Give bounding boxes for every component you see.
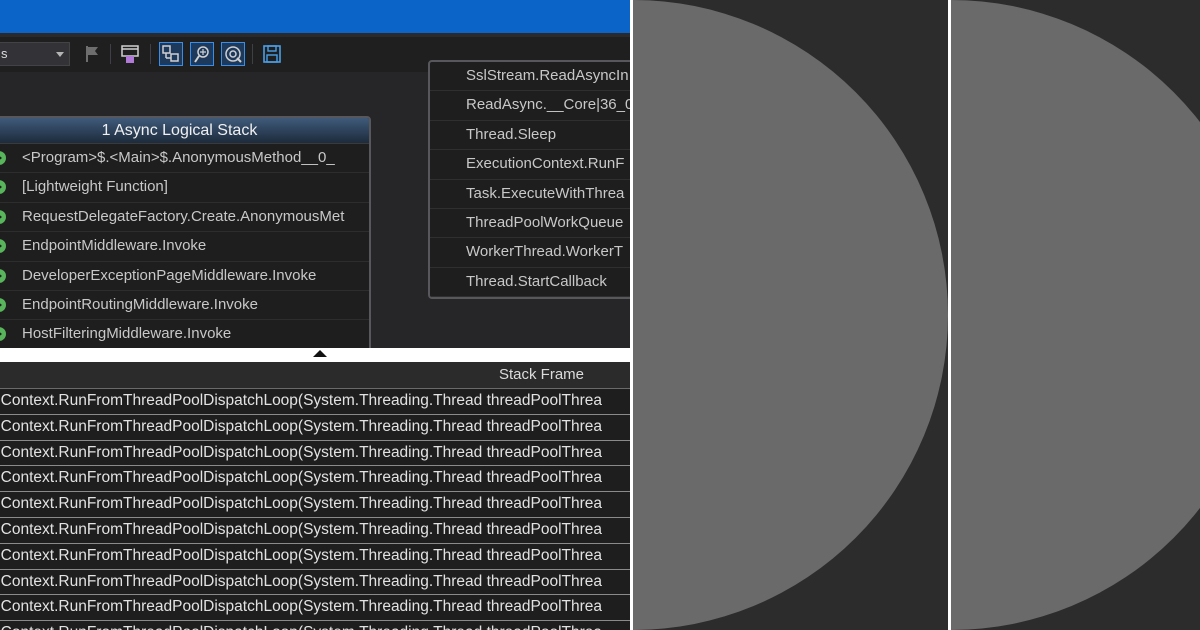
table-row[interactable]: ionContext.RunFromThreadPoolDispatchLoop… bbox=[0, 389, 630, 415]
async-logical-stack-card[interactable]: 1 Async Logical Stack <Program>$.<Main>$… bbox=[0, 116, 371, 356]
stack-frame-cell: ionContext.RunFromThreadPoolDispatchLoop… bbox=[0, 443, 603, 461]
half-circle-shape bbox=[951, 0, 1200, 630]
stacks-canvas[interactable]: SslStream.ReadAsyncIn ReadAsync.__Core|3… bbox=[0, 60, 630, 356]
thread-frame[interactable]: SslStream.ReadAsyncIn bbox=[430, 62, 630, 92]
async-frame-label: [Lightweight Function] bbox=[22, 178, 168, 196]
table-row[interactable]: ionContext.RunFromThreadPoolDispatchLoop… bbox=[0, 466, 630, 493]
frame-arrow-icon bbox=[0, 180, 6, 195]
stack-frame-cell: ionContext.RunFromThreadPoolDispatchLoop… bbox=[0, 392, 603, 409]
stack-frame-cell: ionContext.RunFromThreadPoolDispatchLoop… bbox=[0, 495, 603, 513]
toolbar-separator bbox=[252, 44, 253, 64]
async-frame[interactable]: EndpointRoutingMiddleware.Invoke bbox=[0, 291, 369, 321]
pane-splitter[interactable] bbox=[0, 348, 630, 362]
thread-frame[interactable]: Thread.Sleep bbox=[430, 121, 630, 151]
zoom-to-current-frame-button[interactable] bbox=[221, 42, 245, 66]
async-frame[interactable]: [Lightweight Function] bbox=[0, 173, 369, 203]
dropdown-arrow-icon[interactable] bbox=[56, 52, 64, 57]
show-external-code-icon bbox=[121, 45, 139, 63]
thread-frame[interactable]: ExecutionContext.RunF bbox=[430, 150, 630, 180]
async-frame-label: RequestDelegateFactory.Create.AnonymousM… bbox=[22, 207, 345, 225]
stack-frame-column-header[interactable]: Stack Frame bbox=[499, 362, 584, 388]
thread-frame[interactable]: Thread.StartCallback bbox=[430, 268, 630, 297]
grid-header[interactable]: Stack Frame bbox=[0, 362, 630, 389]
async-frame[interactable]: HostFilteringMiddleware.Invoke bbox=[0, 320, 369, 350]
async-frame-label: EndpointRoutingMiddleware.Invoke bbox=[22, 295, 258, 313]
table-row[interactable]: ionContext.RunFromThreadPoolDispatchLoop… bbox=[0, 570, 630, 596]
view-combo[interactable]: s bbox=[0, 42, 70, 66]
stack-frame-grid[interactable]: Stack Frame ionContext.RunFromThreadPool… bbox=[0, 362, 630, 630]
auto-scroll-button[interactable] bbox=[190, 42, 214, 66]
stack-frame-cell: ionContext.RunFromThreadPoolDispatchLoop… bbox=[0, 621, 602, 630]
zoom-to-current-frame-icon bbox=[225, 46, 242, 63]
table-row[interactable]: ionContext.RunFromThreadPoolDispatchLoop… bbox=[0, 621, 630, 630]
frame-arrow-icon bbox=[0, 151, 6, 165]
frame-arrow-icon bbox=[0, 297, 6, 312]
async-frame-label: EndpointMiddleware.Invoke bbox=[22, 237, 207, 255]
decor-panel-left bbox=[633, 0, 948, 630]
stack-frame-cell: ionContext.RunFromThreadPoolDispatchLoop… bbox=[0, 417, 603, 435]
frame-arrow-icon bbox=[0, 268, 6, 283]
async-frame[interactable]: <Program>$.<Main>$.AnonymousMethod__0_ bbox=[0, 144, 369, 174]
parallel-stacks-window: s SslStream.ReadAsyncIn ReadAsync.__Core… bbox=[0, 0, 630, 630]
thread-frame[interactable]: ThreadPoolWorkQueue bbox=[430, 209, 630, 239]
thread-frame[interactable]: Task.ExecuteWithThrea bbox=[430, 180, 630, 209]
collapse-caret-icon[interactable] bbox=[313, 350, 327, 357]
async-stack-title: 1 Async Logical Stack bbox=[0, 118, 369, 144]
async-frame[interactable]: RequestDelegateFactory.Create.AnonymousM… bbox=[0, 203, 369, 233]
stack-frame-cell: ionContext.RunFromThreadPoolDispatchLoop… bbox=[0, 572, 603, 590]
stack-frame-cell: ionContext.RunFromThreadPoolDispatchLoop… bbox=[0, 520, 603, 538]
async-frame[interactable]: EndpointMiddleware.Invoke bbox=[0, 232, 369, 262]
flag-button[interactable] bbox=[80, 42, 104, 66]
view-combo-value: s bbox=[1, 46, 8, 61]
flag-icon bbox=[86, 46, 98, 62]
save-button[interactable] bbox=[260, 42, 284, 66]
half-circle-shape bbox=[633, 0, 948, 630]
title-bar bbox=[0, 0, 630, 33]
decor-panel-right bbox=[951, 0, 1200, 630]
table-row[interactable]: ionContext.RunFromThreadPoolDispatchLoop… bbox=[0, 415, 630, 441]
async-frame-label: <Program>$.<Main>$.AnonymousMethod__0_ bbox=[22, 149, 335, 166]
table-row[interactable]: ionContext.RunFromThreadPoolDispatchLoop… bbox=[0, 492, 630, 518]
frame-arrow-icon bbox=[0, 327, 6, 342]
save-icon bbox=[263, 45, 281, 63]
table-row[interactable]: ionContext.RunFromThreadPoolDispatchLoop… bbox=[0, 595, 630, 622]
table-row[interactable]: ionContext.RunFromThreadPoolDispatchLoop… bbox=[0, 441, 630, 467]
toggle-method-view-button[interactable] bbox=[159, 42, 183, 66]
thread-frame[interactable]: WorkerThread.WorkerT bbox=[430, 238, 630, 268]
async-frame-label: HostFilteringMiddleware.Invoke bbox=[22, 325, 232, 343]
table-row[interactable]: ionContext.RunFromThreadPoolDispatchLoop… bbox=[0, 518, 630, 544]
frame-arrow-icon bbox=[0, 209, 6, 224]
toggle-method-view-icon bbox=[162, 45, 179, 62]
toolbar-separator bbox=[150, 44, 151, 64]
stack-frame-cell: ionContext.RunFromThreadPoolDispatchLoop… bbox=[0, 546, 603, 564]
async-frame-label: DeveloperExceptionPageMiddleware.Invoke bbox=[22, 266, 317, 284]
async-frame[interactable]: DeveloperExceptionPageMiddleware.Invoke bbox=[0, 262, 369, 291]
auto-scroll-icon bbox=[194, 46, 209, 63]
toolbar-separator bbox=[110, 44, 111, 64]
show-external-code-button[interactable] bbox=[119, 42, 143, 66]
frame-arrow-icon bbox=[0, 239, 6, 254]
stack-frame-cell: ionContext.RunFromThreadPoolDispatchLoop… bbox=[0, 469, 603, 487]
thread-frame[interactable]: ReadAsync.__Core|36_0 bbox=[430, 91, 630, 121]
table-row[interactable]: ionContext.RunFromThreadPoolDispatchLoop… bbox=[0, 544, 630, 570]
stack-frame-cell: ionContext.RunFromThreadPoolDispatchLoop… bbox=[0, 598, 603, 616]
thread-stack-card[interactable]: SslStream.ReadAsyncIn ReadAsync.__Core|3… bbox=[428, 60, 630, 299]
